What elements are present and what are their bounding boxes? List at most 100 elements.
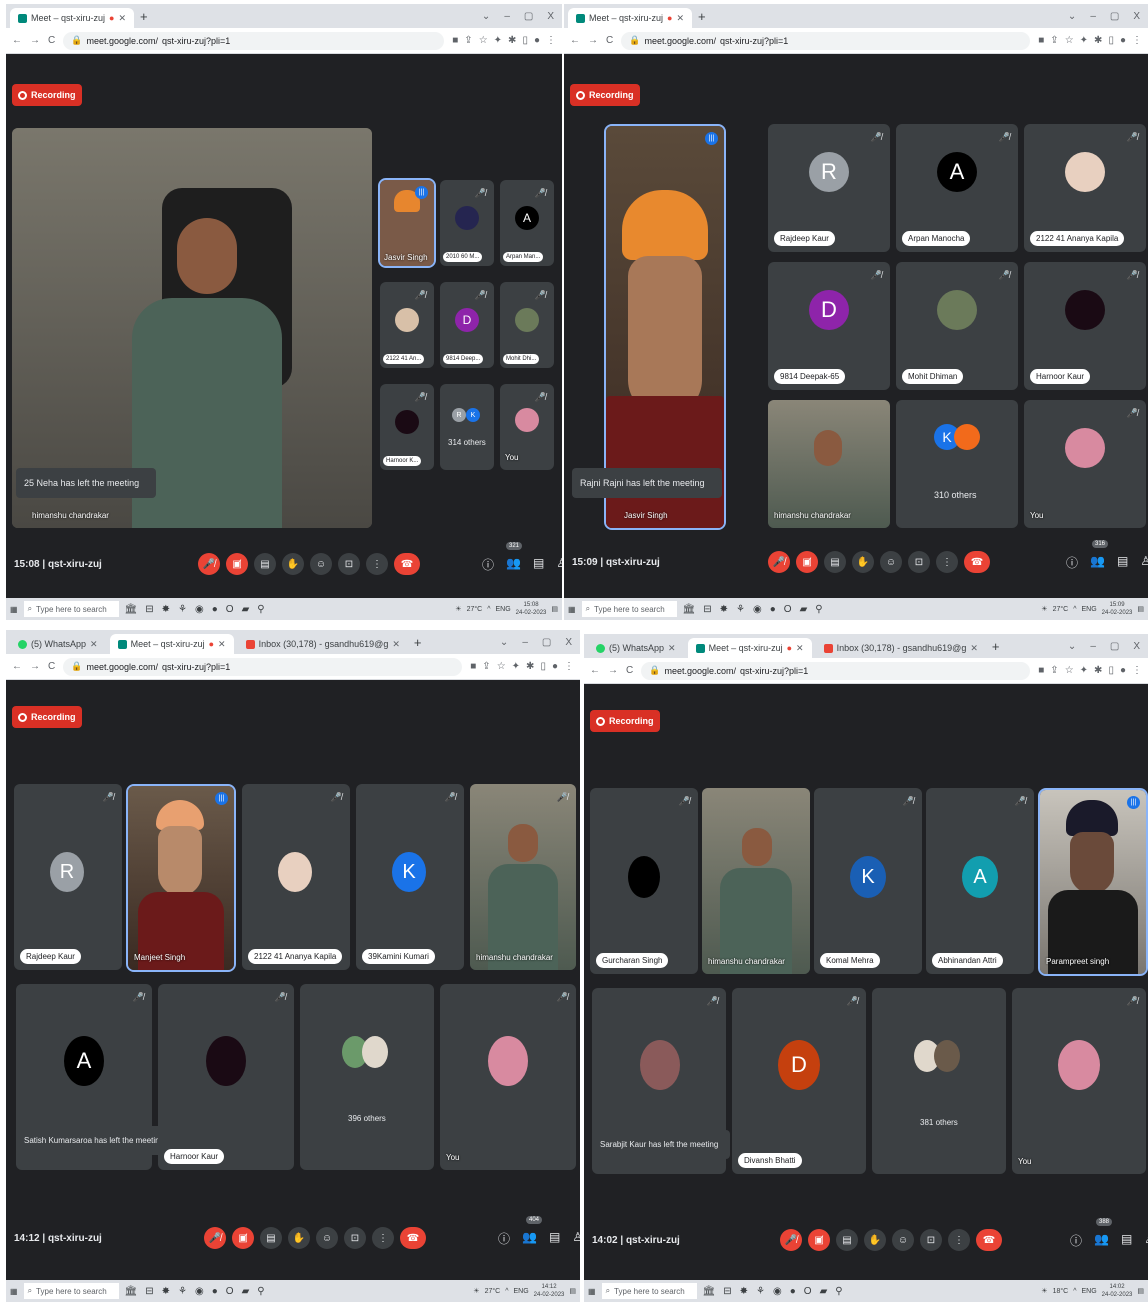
forward-icon[interactable]: → (30, 661, 40, 672)
chrome-icon[interactable]: ◉ (195, 604, 204, 615)
participant-tile[interactable]: 🎤̸ Gurcharan Singh (590, 788, 698, 974)
participant-tile[interactable]: 🎤̸ R Rajdeep Kaur (14, 784, 122, 970)
menu-icon[interactable]: ⋮ (1132, 35, 1142, 46)
chevron-down-icon[interactable]: ⌄ (1068, 11, 1076, 22)
extension-icon[interactable]: ✦ (494, 35, 502, 46)
windows-start-icon[interactable]: ▦ (10, 1287, 18, 1296)
activities-icon[interactable]: ♙ (572, 1230, 580, 1247)
maximize-button[interactable]: ▢ (542, 637, 551, 648)
windows-start-icon[interactable]: ▦ (568, 605, 576, 614)
back-icon[interactable]: ← (590, 665, 600, 676)
chevron-up-icon[interactable]: ^ (505, 1288, 508, 1295)
profile-icon[interactable]: ● (534, 35, 540, 46)
camera-toggle-button[interactable]: ▣̸ (808, 1229, 830, 1251)
new-tab-button[interactable]: + (698, 9, 706, 24)
task-view-icon[interactable]: ⊟ (145, 1286, 153, 1297)
leave-call-button[interactable]: ☎ (394, 553, 420, 575)
mic-toggle-button[interactable]: 🎤̸ (780, 1229, 802, 1251)
share-icon[interactable]: ⇪ (1050, 35, 1058, 46)
notification-icon[interactable]: ▤ (1137, 1287, 1144, 1295)
close-tab-icon[interactable]: ✕ (218, 639, 226, 650)
leave-call-button[interactable]: ☎ (400, 1227, 426, 1249)
minimize-button[interactable]: – (504, 11, 510, 22)
chrome-icon[interactable]: ◉ (773, 1286, 782, 1297)
others-tile[interactable]: 396 others (300, 984, 434, 1170)
chevron-up-icon[interactable]: ^ (1073, 606, 1076, 613)
captions-button[interactable]: ▤ (260, 1227, 282, 1249)
tab-gmail[interactable]: Inbox (30,178) - gsandhu619@g ✕ (816, 638, 986, 658)
reload-icon[interactable]: C (48, 661, 55, 672)
leave-call-button[interactable]: ☎ (976, 1229, 1002, 1251)
chevron-down-icon[interactable]: ⌄ (482, 11, 490, 22)
present-button[interactable]: ⊡ (920, 1229, 942, 1251)
maximize-button[interactable]: ▢ (524, 11, 533, 22)
puzzle-icon[interactable]: ✱ (526, 661, 534, 672)
raise-hand-button[interactable]: ✋ (852, 551, 874, 573)
raise-hand-button[interactable]: ✋ (288, 1227, 310, 1249)
self-tile[interactable]: 🎤̸ You (1012, 988, 1146, 1174)
puzzle-icon[interactable]: ✱ (1094, 35, 1102, 46)
more-options-button[interactable]: ⋮ (936, 551, 958, 573)
app-icon[interactable]: ✸ (162, 604, 170, 615)
participant-tile[interactable]: 🎤̸ Harnoor Kaur (158, 984, 294, 1170)
tab-meet[interactable]: Meet – qst-xiru-zuj ● ✕ (568, 8, 693, 28)
others-tile[interactable]: R K 314 others (440, 384, 494, 470)
more-options-button[interactable]: ⋮ (372, 1227, 394, 1249)
task-view-icon[interactable]: ⊟ (723, 1286, 731, 1297)
language-indicator[interactable]: ENG (1082, 606, 1097, 613)
raise-hand-button[interactable]: ✋ (864, 1229, 886, 1251)
chat-icon[interactable]: ▤ (1121, 1232, 1132, 1249)
activities-icon[interactable]: ♙ (1140, 554, 1148, 571)
more-options-button[interactable]: ⋮ (948, 1229, 970, 1251)
participant-tile[interactable]: 🎤̸ A Arpan Manocha (896, 124, 1018, 252)
extension-icon[interactable]: ✦ (512, 661, 520, 672)
share-icon[interactable]: ⇪ (464, 35, 472, 46)
close-window-button[interactable]: X (565, 637, 572, 648)
participant-tile[interactable]: 🎤̸ D 9814 Deep... (440, 282, 494, 368)
taskbar-search[interactable]: ⌕ Type here to search (601, 1283, 697, 1299)
share-icon[interactable]: ⇪ (482, 661, 490, 672)
share-icon[interactable]: ⇪ (1050, 665, 1058, 676)
reload-icon[interactable]: C (626, 665, 633, 676)
task-view-icon[interactable]: ⊟ (145, 604, 153, 615)
camera-icon[interactable]: ■ (1038, 665, 1044, 676)
chrome-icon[interactable]: ◉ (195, 1286, 204, 1297)
star-icon[interactable]: ☆ (479, 35, 488, 46)
office-icon[interactable]: O (784, 604, 792, 615)
main-video-tile[interactable]: 25 Neha has left the meeting himanshu ch… (12, 128, 372, 528)
tab-whatsapp[interactable]: (5) WhatsApp ✕ (588, 638, 684, 658)
participant-tile[interactable]: himanshu chandrakar (702, 788, 810, 974)
app-icon[interactable]: ⚘ (736, 604, 745, 615)
folder-icon[interactable]: ▰ (242, 1286, 250, 1297)
url-field[interactable]: 🔒 meet.google.com/qst-xiru-zuj?pli=1 (621, 31, 1031, 50)
forward-icon[interactable]: → (608, 665, 618, 676)
chevron-up-icon[interactable]: ^ (487, 606, 490, 613)
info-icon[interactable]: ⓘ (482, 556, 494, 573)
captions-button[interactable]: ▤ (254, 553, 276, 575)
participant-tile[interactable]: 🎤̸ A Arpan Man... (500, 180, 554, 266)
close-tab-icon[interactable]: ✕ (668, 643, 676, 654)
mic-toggle-button[interactable]: 🎤̸ (768, 551, 790, 573)
emoji-button[interactable]: ☺ (310, 553, 332, 575)
app-icon[interactable]: ✸ (162, 1286, 170, 1297)
sidebar-icon[interactable]: ▯ (522, 35, 528, 46)
more-options-button[interactable]: ⋮ (366, 553, 388, 575)
info-icon[interactable]: ⓘ (498, 1230, 510, 1247)
windows-start-icon[interactable]: ▦ (588, 1287, 596, 1296)
self-tile[interactable]: 🎤̸ You (440, 984, 576, 1170)
tab-meet[interactable]: Meet – qst-xiru-zuj ● ✕ (109, 634, 234, 654)
participant-tile[interactable]: 🎤̸ 2122 41 Ananya Kapila (1024, 124, 1146, 252)
office-icon[interactable]: O (226, 1286, 234, 1297)
menu-icon[interactable]: ⋮ (1132, 665, 1142, 676)
notification-icon[interactable]: ▤ (569, 1287, 576, 1295)
camera-icon[interactable]: ■ (470, 661, 476, 672)
minimize-button[interactable]: – (522, 637, 528, 648)
minimize-button[interactable]: – (1090, 11, 1096, 22)
maps-icon[interactable]: ⚲ (815, 604, 822, 615)
maximize-button[interactable]: ▢ (1110, 11, 1119, 22)
tab-gmail[interactable]: Inbox (30,178) - gsandhu619@g ✕ (238, 634, 408, 654)
chevron-up-icon[interactable]: ^ (1073, 1288, 1076, 1295)
maximize-button[interactable]: ▢ (1110, 641, 1119, 652)
self-tile[interactable]: 🎤̸ You (500, 384, 554, 470)
app-icon[interactable]: ● (790, 1286, 796, 1297)
